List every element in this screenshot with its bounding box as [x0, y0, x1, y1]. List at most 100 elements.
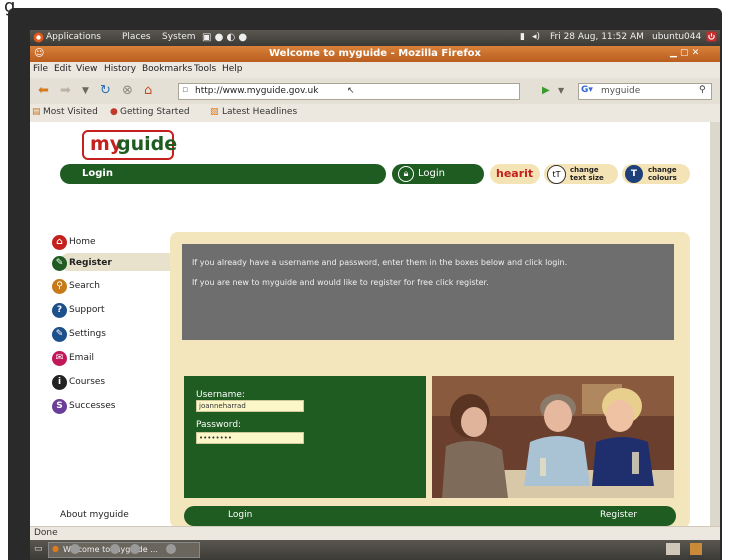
getting-started-icon: ●: [110, 107, 118, 117]
menu-bar: File Edit View History Bookmarks Tools H…: [30, 62, 720, 78]
support-icon: ?: [52, 303, 67, 318]
search-icon: ⚲: [52, 279, 67, 294]
url-dropdown-icon[interactable]: ▼: [558, 86, 564, 95]
settings-icon: ✎: [52, 327, 67, 342]
sidebar-item-label: Settings: [69, 329, 106, 339]
forward-arrow-icon[interactable]: ➡: [60, 83, 71, 98]
navigation-toolbar: ⬅ ➡ ▼ ↻ ⊗ ⌂ ▫ http://www.myguide.gov.uk …: [30, 78, 720, 105]
network-icon[interactable]: ▮: [520, 32, 525, 42]
bookmark-most-visited[interactable]: Most Visited: [43, 107, 98, 117]
header-bar: Login: [60, 164, 386, 184]
back-arrow-icon[interactable]: ⬅: [38, 83, 49, 98]
ubuntu-logo-icon[interactable]: [33, 32, 44, 46]
page-content: my guide Login 🔒︎ Login hearit tT change…: [30, 122, 710, 528]
password-label: Password:: [196, 420, 242, 430]
change-text-size-button[interactable]: tT change text size: [544, 164, 618, 184]
courses-icon: i: [52, 375, 67, 390]
workspace-switcher-icon[interactable]: [666, 543, 680, 555]
home-page-icon[interactable]: ⌂: [144, 83, 152, 98]
bookmark-getting-started[interactable]: Getting Started: [120, 107, 190, 117]
sidebar-item-search[interactable]: ⚲ Search: [52, 278, 162, 296]
sidebar-item-support[interactable]: ? Support: [52, 302, 162, 320]
history-dropdown-icon[interactable]: ▼: [82, 86, 89, 96]
reload-icon[interactable]: ↻: [100, 83, 111, 98]
launcher-icons[interactable]: ▣ ● ◐ ●: [202, 32, 247, 43]
info-box: If you already have a username and passw…: [182, 244, 674, 340]
logo-text-guide: guide: [117, 133, 178, 155]
padlock-icon: 🔒︎: [398, 166, 414, 182]
show-desktop-icon[interactable]: ▭: [34, 544, 43, 554]
menu-edit[interactable]: Edit: [54, 64, 71, 74]
os-top-panel: Applications Places System ▣ ● ◐ ● ▮ ◂) …: [30, 30, 720, 46]
photo-women-chatting: [432, 376, 674, 498]
text-size-icon: tT: [547, 165, 566, 184]
applications-menu[interactable]: Applications: [46, 32, 101, 42]
username-input[interactable]: joanneharrad: [196, 400, 304, 412]
search-box[interactable]: G▾ myguide ⚲: [578, 83, 712, 100]
hearit-button[interactable]: hearit: [490, 164, 540, 184]
colours-icon: T: [625, 165, 643, 183]
url-bar[interactable]: ▫ http://www.myguide.gov.uk ↖: [178, 83, 520, 100]
search-magnifier-icon[interactable]: ⚲: [699, 85, 706, 95]
email-icon: ✉: [52, 351, 67, 366]
password-input[interactable]: ••••••••: [196, 432, 304, 444]
menu-help[interactable]: Help: [222, 64, 243, 74]
menu-view[interactable]: View: [76, 64, 97, 74]
firefox-icon: ●: [52, 544, 59, 553]
monitor-button-icon: [130, 544, 140, 554]
hearit-label: hearit: [496, 167, 534, 180]
trash-icon[interactable]: [690, 543, 702, 555]
info-line-1: If you already have a username and passw…: [192, 258, 568, 267]
successes-icon: S: [52, 399, 67, 414]
change-colours-button[interactable]: T change colours: [622, 164, 690, 184]
places-menu[interactable]: Places: [122, 32, 151, 42]
mouse-cursor-icon: ↖: [347, 86, 355, 96]
change-text-size-label: change text size: [570, 166, 604, 182]
rss-icon: ▧: [210, 107, 219, 117]
volume-icon[interactable]: ◂): [532, 32, 540, 42]
power-icon[interactable]: [706, 31, 717, 45]
user-menu[interactable]: ubuntu044: [652, 32, 701, 42]
bookmark-latest-headlines[interactable]: Latest Headlines: [222, 107, 297, 117]
header-bar-label: Login: [82, 168, 113, 179]
sidebar-item-email[interactable]: ✉ Email: [52, 350, 162, 368]
login-button[interactable]: 🔒︎ Login: [392, 164, 484, 184]
login-button-label: Login: [418, 168, 445, 179]
url-text[interactable]: http://www.myguide.gov.uk: [195, 86, 318, 96]
sidebar-item-label: Support: [69, 305, 105, 315]
menu-tools[interactable]: Tools: [194, 64, 216, 74]
clock-text[interactable]: Fri 28 Aug, 11:52 AM: [550, 32, 644, 42]
menu-history[interactable]: History: [104, 64, 136, 74]
system-menu[interactable]: System: [162, 32, 196, 42]
window-controls-icon[interactable]: ▁ ▢ ✕: [670, 48, 699, 58]
form-footer-bar: Login Register: [184, 506, 676, 526]
info-line-2: If you are new to myguide and would like…: [192, 278, 489, 287]
most-visited-icon: ▤: [32, 107, 41, 117]
home-icon: ⌂: [52, 235, 67, 250]
sidebar-item-settings[interactable]: ✎ Settings: [52, 326, 162, 344]
menu-file[interactable]: File: [33, 64, 48, 74]
sidebar-item-home[interactable]: ⌂ Home: [52, 234, 162, 252]
bookmarks-toolbar: ▤ Most Visited ● Getting Started ▧ Lates…: [30, 104, 720, 123]
window-title: Welcome to myguide - Mozilla Firefox: [269, 48, 481, 59]
window-titlebar: ☺ Welcome to myguide - Mozilla Firefox ▁…: [30, 46, 720, 62]
sidebar-item-courses[interactable]: i Courses: [52, 374, 162, 392]
sidebar-item-successes[interactable]: S Successes: [52, 398, 162, 416]
footer-register-button[interactable]: Register: [600, 510, 637, 520]
about-myguide-link[interactable]: About myguide: [60, 510, 129, 520]
page-favicon-icon: ▫: [182, 85, 189, 95]
monitor-button-icon: [110, 544, 120, 554]
sidebar-item-label: Register: [69, 258, 112, 268]
myguide-logo[interactable]: my guide: [82, 130, 178, 160]
sidebar-item-register[interactable]: ✎ Register: [52, 255, 162, 273]
sidebar-item-label: Courses: [69, 377, 106, 387]
search-text[interactable]: myguide: [601, 86, 640, 96]
page-scrollbar[interactable]: [710, 122, 720, 526]
menu-bookmarks[interactable]: Bookmarks: [142, 64, 192, 74]
register-icon: ✎: [52, 256, 67, 271]
search-engine-icon[interactable]: G▾: [581, 85, 593, 95]
change-colours-label: change colours: [648, 166, 677, 182]
footer-login-button[interactable]: Login: [228, 510, 252, 520]
go-arrow-icon[interactable]: ▶: [542, 85, 550, 96]
stop-icon[interactable]: ⊗: [122, 83, 133, 98]
